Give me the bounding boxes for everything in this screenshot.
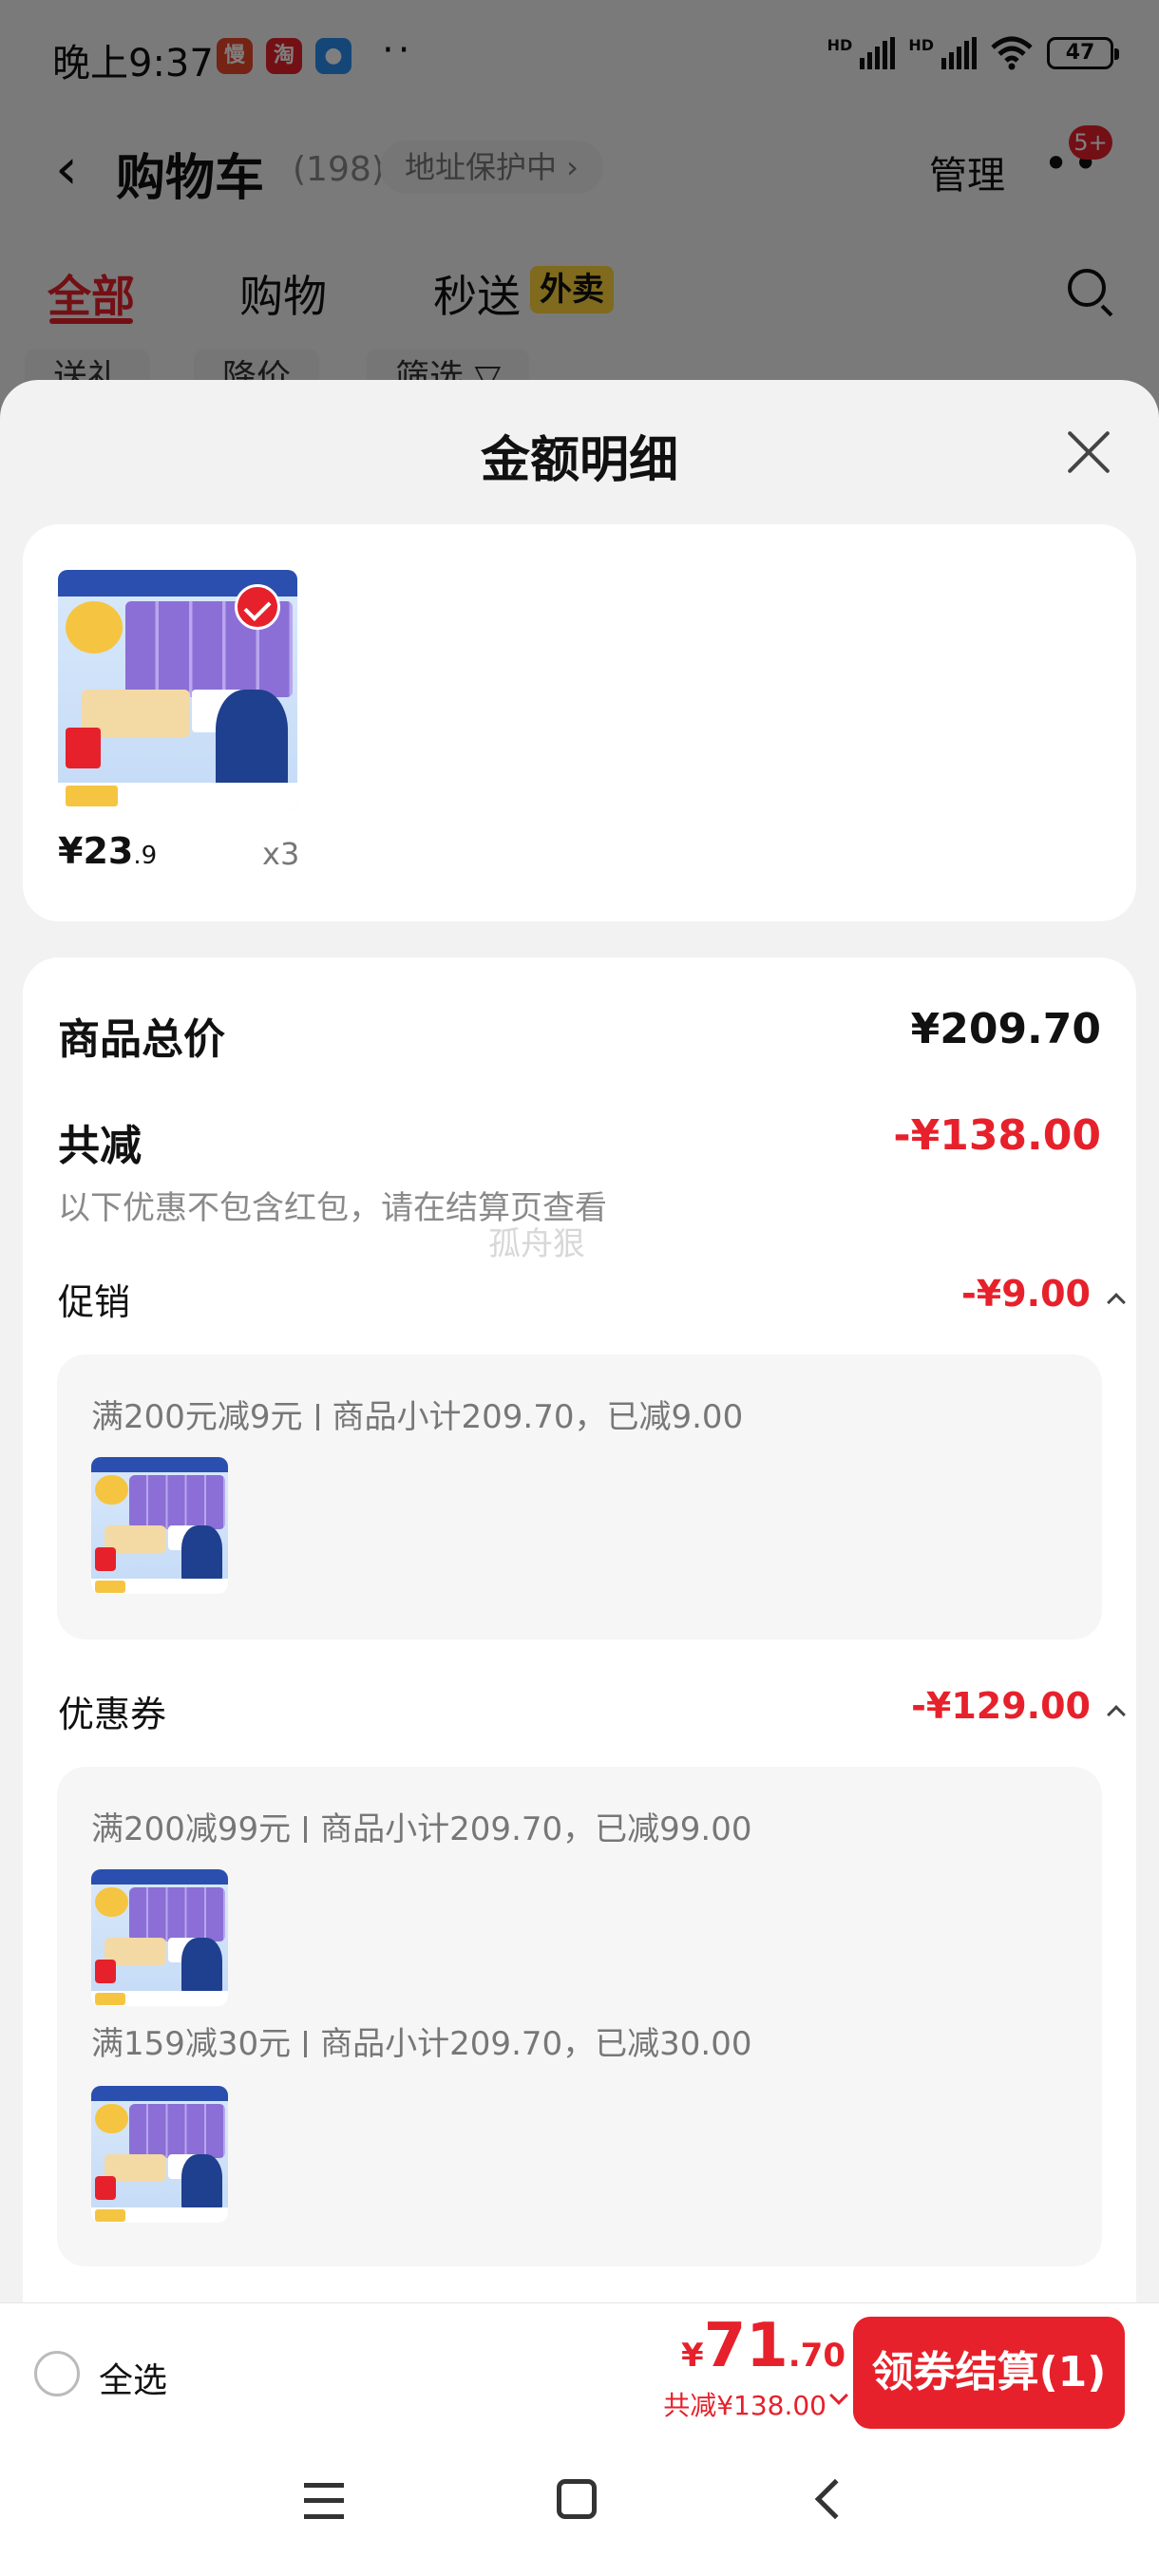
close-icon[interactable] — [1064, 427, 1113, 477]
select-all-radio[interactable] — [34, 2351, 80, 2396]
chevron-up-icon[interactable] — [1107, 1705, 1126, 1724]
promotion-detail-box: 满200元减9元 商品小计209.70，已减9.00 — [57, 1354, 1102, 1639]
reduce-value: -¥138.00 — [893, 1111, 1101, 1160]
coupon-detail-box: 满200减99元 商品小计209.70，已减99.00 满159减30元 商品小计2… — [57, 1767, 1102, 2266]
promotion-rule-line: 满200元减9元 商品小计209.70，已减9.00 — [91, 1398, 744, 1436]
watermark: 孤舟狠 — [488, 1225, 585, 1263]
menu-icon[interactable] — [304, 2483, 344, 2519]
checkout-bar: 全选 ¥71.70 共减¥138.00 领券结算(1) — [0, 2302, 1159, 2441]
amount-detail-sheet: 金额明细 ¥23.9 x3 商品总价 ¥209.70 共减 -¥138.00 以… — [0, 380, 1159, 2441]
product-quantity: x3 — [262, 836, 300, 872]
back-nav-icon[interactable] — [814, 2478, 856, 2520]
chevron-down-icon[interactable] — [829, 2386, 848, 2405]
coupon-product-thumb — [91, 2086, 228, 2223]
chevron-up-icon[interactable] — [1107, 1293, 1126, 1312]
product-card: ¥23.9 x3 — [23, 524, 1136, 921]
promotion-product-thumb — [91, 1457, 228, 1594]
promotion-value[interactable]: -¥9.00 — [961, 1273, 1091, 1315]
total-label: 商品总价 — [58, 1015, 225, 1064]
promotion-label: 促销 — [58, 1281, 131, 1323]
coupon-value[interactable]: -¥129.00 — [911, 1685, 1091, 1727]
reduce-label: 共减 — [58, 1122, 142, 1170]
coupon-product-thumb — [91, 1869, 228, 2006]
discount-summary-card: 商品总价 ¥209.70 共减 -¥138.00 以下优惠不包含红包，请在结算页… — [23, 957, 1136, 2441]
selected-check-icon — [235, 584, 280, 630]
sheet-title: 金额明细 — [480, 432, 678, 489]
total-reduce-link[interactable]: 共减¥138.00 — [663, 2385, 826, 2423]
coupon-rule-line: 满159减30元 商品小计209.70，已减30.00 — [91, 2025, 752, 2063]
checkout-button[interactable]: 领券结算(1) — [853, 2317, 1125, 2429]
system-nav-bar — [0, 2441, 1159, 2576]
select-all-label[interactable]: 全选 — [99, 2353, 167, 2402]
total-price: ¥71.70 — [681, 2311, 846, 2381]
coupon-label: 优惠券 — [58, 1694, 167, 1735]
total-value: ¥209.70 — [910, 1005, 1101, 1053]
coupon-rule-line: 满200减99元 商品小计209.70，已减99.00 — [91, 1810, 752, 1848]
product-price: ¥23.9 — [58, 830, 158, 872]
home-icon[interactable] — [557, 2479, 597, 2519]
